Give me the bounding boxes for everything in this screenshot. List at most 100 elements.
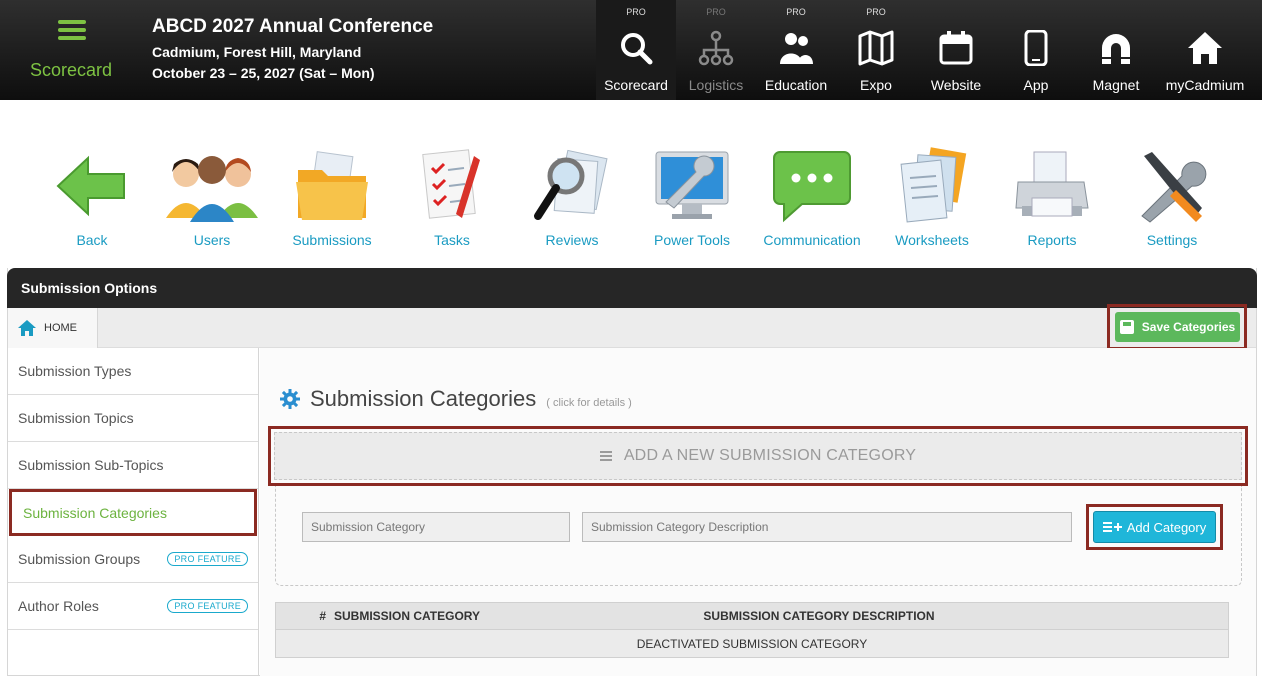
nav-label: Website	[930, 77, 982, 93]
toolbar-settings[interactable]: Settings	[1112, 140, 1232, 252]
toolbar-worksheets[interactable]: Worksheets	[872, 140, 992, 252]
save-disk-icon	[1119, 320, 1134, 334]
magnet-icon	[1102, 34, 1130, 64]
panel-title: Submission Options	[7, 268, 1257, 308]
category-name-input[interactable]: Submission Category	[302, 512, 570, 542]
categories-table: # SUBMISSION CATEGORY SUBMISSION CATEGOR…	[275, 602, 1229, 658]
toolbar-label: Settings	[1146, 232, 1198, 248]
pro-badge: PRO	[786, 7, 806, 17]
table-row-deactivated[interactable]: DEACTIVATED SUBMISSION CATEGORY	[275, 630, 1229, 658]
pro-badge: PRO	[626, 7, 646, 17]
back-arrow-icon	[56, 155, 125, 217]
save-highlight: Save Categories	[1107, 304, 1247, 350]
add-category-button[interactable]: Add Category	[1093, 511, 1216, 543]
add-category-label: Add Category	[1126, 519, 1207, 535]
toolbar-communication[interactable]: Communication	[752, 140, 872, 252]
nav-label: App	[1023, 77, 1049, 93]
sidebar-item-submission-sub-topics[interactable]: Submission Sub-Topics	[8, 442, 258, 489]
hierarchy-icon	[698, 30, 734, 66]
toolbar-label: Power Tools	[653, 232, 730, 248]
toolbar-users[interactable]: Users	[152, 140, 272, 252]
toolbar-label: Users	[193, 232, 231, 248]
nav-app[interactable]: App	[996, 0, 1076, 100]
toolbar-back[interactable]: Back	[32, 140, 152, 252]
sidebar-item-submission-groups[interactable]: Submission Groups PRO FEATURE	[8, 536, 258, 583]
sidebar-item-label: Submission Groups	[18, 551, 141, 567]
home-icon	[18, 320, 36, 336]
breadcrumb-home[interactable]: HOME	[8, 308, 98, 348]
toolbar-reports[interactable]: Reports	[992, 140, 1112, 252]
list-add-icon	[1102, 522, 1122, 532]
search-icon	[621, 33, 653, 65]
toolbar-tasks[interactable]: Tasks	[392, 140, 512, 252]
list-icon	[599, 451, 612, 461]
toolbar-submissions[interactable]: Submissions	[272, 140, 392, 252]
add-category-highlight: Add Category	[1086, 504, 1223, 550]
calendar-icon	[939, 31, 973, 65]
column-header-description: SUBMISSION CATEGORY DESCRIPTION	[703, 609, 935, 623]
module-nav: PRO Scorecard PRO Logistics PRO Educatio…	[596, 0, 1254, 100]
column-header-category: SUBMISSION CATEGORY	[334, 609, 481, 623]
toolbar-label: Reviews	[545, 232, 599, 248]
page-title-row[interactable]: Submission Categories ( click for detail…	[280, 386, 632, 412]
users-icon	[166, 156, 258, 222]
add-category-form: Submission Category Submission Category …	[275, 486, 1242, 586]
conference-dates: October 23 – 25, 2027 (Sat – Mon)	[152, 65, 375, 81]
sidebar-item-label: Author Roles	[18, 598, 99, 614]
nav-logistics[interactable]: PRO Logistics	[676, 0, 756, 100]
sidebar-item-label: Submission Topics	[18, 410, 134, 426]
toolbar-reviews[interactable]: Reviews	[512, 140, 632, 252]
sidebar-item-label: Submission Categories	[23, 504, 167, 521]
nav-magnet[interactable]: Magnet	[1076, 0, 1156, 100]
folder-icon	[296, 151, 368, 220]
phone-icon	[1024, 30, 1048, 66]
people-icon	[780, 33, 813, 64]
chat-bubble-icon	[773, 151, 851, 223]
details-hint[interactable]: ( click for details )	[546, 397, 632, 409]
nav-website[interactable]: Website	[916, 0, 996, 100]
add-new-category-label: ADD A NEW SUBMISSION CATEGORY	[623, 447, 917, 464]
hamburger-menu-icon[interactable]	[58, 20, 86, 40]
sidebar-item-submission-categories[interactable]: Submission Categories	[9, 489, 257, 536]
sidebar-item-author-roles[interactable]: Author Roles PRO FEATURE	[8, 583, 258, 630]
nav-mycadmium[interactable]: myCadmium	[1156, 0, 1254, 100]
nav-label: Expo	[860, 77, 892, 93]
toolbar-label: Communication	[763, 232, 861, 248]
checklist-icon	[422, 149, 480, 219]
toolbar-power-tools[interactable]: Power Tools	[632, 140, 752, 252]
pro-badge: PRO	[866, 7, 886, 17]
sidebar: Submission Types Submission Topics Submi…	[8, 348, 259, 676]
save-categories-label: Save Categories	[1141, 320, 1236, 334]
pro-feature-badge: PRO FEATURE	[167, 552, 248, 566]
nav-expo[interactable]: PRO Expo	[836, 0, 916, 100]
brand-menu[interactable]: Scorecard	[0, 0, 142, 100]
sidebar-item-label: Submission Types	[18, 363, 132, 379]
column-header-number: #	[319, 609, 326, 623]
monitor-wrench-icon	[655, 151, 729, 219]
nav-scorecard[interactable]: PRO Scorecard	[596, 0, 676, 100]
documents-icon	[900, 147, 967, 223]
gear-icon	[280, 389, 300, 409]
module-toolbar: Back Users Submissions Tasks Reviews Pow…	[32, 140, 1232, 252]
breadcrumb-home-label: HOME	[44, 322, 77, 334]
pro-badge: PRO	[706, 7, 726, 17]
toolbar-label: Reports	[1027, 232, 1077, 248]
submission-options-panel: Submission Options HOME Save Categories …	[7, 268, 1257, 676]
toolbar-label: Worksheets	[895, 232, 969, 248]
brand-label: Scorecard	[29, 60, 113, 80]
conference-info: ABCD 2027 Annual Conference Cadmium, For…	[152, 16, 433, 81]
nav-label: myCadmium	[1165, 77, 1245, 93]
sidebar-item-submission-topics[interactable]: Submission Topics	[8, 395, 258, 442]
conference-title: ABCD 2027 Annual Conference	[152, 16, 434, 37]
pro-feature-badge: PRO FEATURE	[167, 599, 248, 613]
home-icon	[1188, 32, 1222, 64]
sidebar-item-submission-types[interactable]: Submission Types	[8, 348, 258, 395]
top-bar: Scorecard ABCD 2027 Annual Conference Ca…	[0, 0, 1262, 100]
save-categories-button[interactable]: Save Categories	[1115, 312, 1240, 342]
add-new-highlight: ADD A NEW SUBMISSION CATEGORY	[268, 426, 1248, 486]
nav-education[interactable]: PRO Education	[756, 0, 836, 100]
category-description-input[interactable]: Submission Category Description	[582, 512, 1072, 542]
nav-label: Scorecard	[604, 77, 668, 93]
toolbar-label: Back	[76, 232, 108, 248]
add-new-category-toggle[interactable]: ADD A NEW SUBMISSION CATEGORY	[274, 432, 1242, 480]
